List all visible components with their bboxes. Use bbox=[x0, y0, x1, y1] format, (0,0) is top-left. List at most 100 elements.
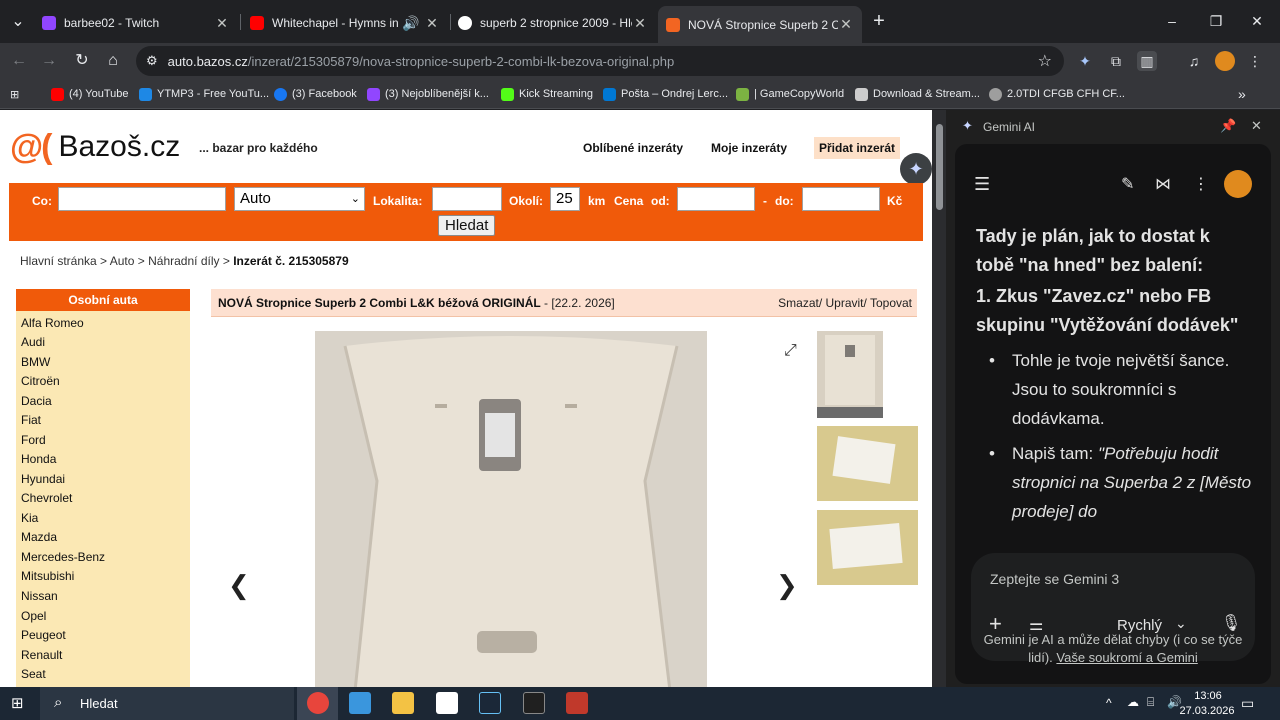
maximize-button[interactable]: ❐ bbox=[1201, 10, 1231, 32]
bookmark-twitch[interactable]: (3) Nejoblíbenější k... bbox=[367, 85, 489, 103]
close-window-button[interactable]: ✕ bbox=[1242, 10, 1272, 32]
scrollbar-thumb[interactable] bbox=[936, 124, 943, 210]
apps-icon[interactable]: ⊞ bbox=[10, 85, 19, 103]
menu-icon[interactable]: ⋮ bbox=[1245, 51, 1265, 71]
tray-overflow-icon[interactable]: ^ bbox=[1106, 696, 1112, 710]
search-button[interactable]: Hledat bbox=[438, 215, 496, 236]
clock-time[interactable]: 13:06 bbox=[1188, 690, 1228, 702]
thumbnail-2[interactable] bbox=[817, 426, 918, 501]
sidebar-item-ford[interactable]: Ford bbox=[21, 433, 46, 447]
sidebar-item-citroen[interactable]: Citroën bbox=[21, 374, 60, 388]
chrome-taskbar-button[interactable] bbox=[297, 687, 338, 720]
sidebar-item-fiat[interactable]: Fiat bbox=[21, 413, 41, 427]
media-icon[interactable]: ♫ bbox=[1184, 51, 1204, 71]
tab-youtube[interactable]: Whitechapel - Hymns in Dis 🔊 ✕ bbox=[242, 8, 448, 38]
privacy-link[interactable]: Vaše soukromí a Gemini bbox=[1056, 650, 1197, 665]
avatar[interactable] bbox=[1224, 170, 1252, 198]
next-photo-icon[interactable]: ❯ bbox=[776, 570, 798, 601]
prompt-input[interactable]: Zeptejte se Gemini 3 bbox=[990, 571, 1119, 587]
bazos-logo[interactable]: @( Bazoš.cz bbox=[10, 127, 180, 167]
thumbnail-1[interactable] bbox=[817, 331, 883, 418]
forward-icon[interactable]: → bbox=[37, 49, 61, 73]
notifications-icon[interactable]: ▭ bbox=[1241, 695, 1254, 712]
sidebar-item-peugeot[interactable]: Peugeot bbox=[21, 628, 66, 642]
taskbar-app-icon[interactable] bbox=[349, 692, 371, 714]
tab-google[interactable]: superb 2 stropnice 2009 - Hled ✕ bbox=[450, 8, 656, 38]
extensions-icon[interactable]: ⧉ bbox=[1106, 51, 1126, 71]
clock-date[interactable]: 27.03.2026 bbox=[1176, 705, 1238, 717]
close-tab-icon[interactable]: ✕ bbox=[838, 16, 854, 33]
onedrive-icon[interactable]: ☁ bbox=[1127, 695, 1139, 709]
add-ad-link[interactable]: Přidat inzerát bbox=[814, 137, 901, 159]
new-tab-button[interactable]: + bbox=[864, 10, 894, 32]
sidebar-item-hyundai[interactable]: Hyundai bbox=[21, 472, 65, 486]
reload-icon[interactable]: ↻ bbox=[70, 49, 94, 73]
back-icon[interactable]: ← bbox=[7, 49, 31, 73]
gemini-floating-icon[interactable]: ✦ bbox=[900, 153, 932, 185]
taskbar-app-icon[interactable] bbox=[523, 692, 545, 714]
minimize-button[interactable]: – bbox=[1157, 10, 1187, 32]
sidebar-item-mazda[interactable]: Mazda bbox=[21, 530, 57, 544]
microphone-icon[interactable]: 🎙 bbox=[1221, 613, 1241, 633]
pin-icon[interactable]: 📌 bbox=[1220, 118, 1236, 134]
close-tab-icon[interactable]: ✕ bbox=[632, 15, 648, 32]
radius-input[interactable]: 25 bbox=[550, 187, 580, 211]
category-select[interactable]: Auto ⌄ bbox=[234, 187, 365, 211]
chevron-down-icon[interactable]: ⌄ bbox=[1175, 615, 1187, 632]
profile-avatar[interactable] bbox=[1215, 51, 1235, 71]
home-icon[interactable]: ⌂ bbox=[101, 49, 125, 73]
bookmark-star-icon[interactable]: ☆ bbox=[1038, 51, 1052, 71]
favorites-link[interactable]: Oblíbené inzeráty bbox=[583, 141, 683, 155]
sidebar-item-kia[interactable]: Kia bbox=[21, 511, 38, 525]
bookmark-ytmp3[interactable]: YTMP3 - Free YouTu... bbox=[139, 85, 269, 103]
network-icon[interactable]: ⌸ bbox=[1147, 695, 1154, 710]
bookmark-youtube[interactable]: (4) YouTube bbox=[51, 85, 129, 103]
what-input[interactable] bbox=[58, 187, 226, 211]
fullscreen-icon[interactable]: ⤢ bbox=[784, 342, 797, 360]
sidebar-item-dacia[interactable]: Dacia bbox=[21, 394, 52, 408]
windows-start-icon[interactable]: ⊞ bbox=[11, 695, 28, 712]
bookmark-tdi[interactable]: 2.0TDI CFGB CFH CF... bbox=[989, 85, 1125, 103]
close-tab-icon[interactable]: ✕ bbox=[424, 15, 440, 32]
sidebar-item-mercedes-benz[interactable]: Mercedes-Benz bbox=[21, 550, 105, 564]
breadcrumb-home[interactable]: Hlavní stránka bbox=[20, 254, 97, 268]
bookmarks-overflow-icon[interactable]: » bbox=[1238, 85, 1246, 103]
side-panel-icon[interactable]: ▥ bbox=[1137, 51, 1157, 71]
close-panel-icon[interactable]: ✕ bbox=[1251, 118, 1262, 134]
sidebar-item-seat[interactable]: Seat bbox=[21, 667, 46, 681]
address-bar[interactable]: ⚙ auto.bazos.cz/inzerat/215305879/nova-s… bbox=[136, 46, 1064, 76]
sidebar-heading[interactable]: Osobní auta bbox=[16, 289, 190, 311]
sidebar-item-bmw[interactable]: BMW bbox=[21, 355, 50, 369]
my-ads-link[interactable]: Moje inzeráty bbox=[711, 141, 787, 155]
notepad-icon[interactable] bbox=[436, 692, 458, 714]
bookmark-download-stream[interactable]: Download & Stream... bbox=[855, 85, 980, 103]
speaker-icon[interactable]: 🔊 bbox=[402, 15, 419, 32]
bookmark-kick[interactable]: Kick Streaming bbox=[501, 85, 593, 103]
breadcrumb-subcategory[interactable]: Náhradní díly bbox=[148, 254, 219, 268]
tab-twitch[interactable]: barbee02 - Twitch ✕ bbox=[34, 8, 238, 38]
hamburger-menu-icon[interactable]: ☰ bbox=[974, 174, 990, 195]
sidebar-item-mitsubishi[interactable]: Mitsubishi bbox=[21, 569, 74, 583]
prev-photo-icon[interactable]: ❮ bbox=[228, 570, 250, 601]
new-chat-icon[interactable]: ✎ bbox=[1121, 174, 1134, 194]
sidebar-item-nissan[interactable]: Nissan bbox=[21, 589, 58, 603]
page-scrollbar[interactable] bbox=[932, 110, 946, 687]
site-info-icon[interactable]: ⚙ bbox=[146, 53, 158, 69]
breadcrumb-category[interactable]: Auto bbox=[110, 254, 135, 268]
sidebar-item-renault[interactable]: Renault bbox=[21, 648, 62, 662]
ad-actions-links[interactable]: Smazat/ Upravit/ Topovat bbox=[778, 296, 912, 310]
gemini-icon[interactable]: ✦ bbox=[1075, 51, 1095, 71]
bookmark-posta[interactable]: Pošta – Ondrej Lerc... bbox=[603, 85, 728, 103]
file-explorer-icon[interactable] bbox=[392, 692, 414, 714]
price-to-input[interactable] bbox=[802, 187, 880, 211]
close-tab-icon[interactable]: ✕ bbox=[214, 15, 230, 32]
share-icon[interactable]: ⋈ bbox=[1155, 174, 1171, 194]
sidebar-item-honda[interactable]: Honda bbox=[21, 452, 56, 466]
sidebar-item-alfa-romeo[interactable]: Alfa Romeo bbox=[21, 316, 84, 330]
more-options-icon[interactable]: ⋮ bbox=[1193, 174, 1209, 194]
bookmark-facebook[interactable]: (3) Facebook bbox=[274, 85, 357, 103]
steam-icon[interactable] bbox=[479, 692, 501, 714]
main-photo[interactable] bbox=[315, 331, 707, 687]
taskbar-app-icon[interactable] bbox=[566, 692, 588, 714]
price-from-input[interactable] bbox=[677, 187, 755, 211]
